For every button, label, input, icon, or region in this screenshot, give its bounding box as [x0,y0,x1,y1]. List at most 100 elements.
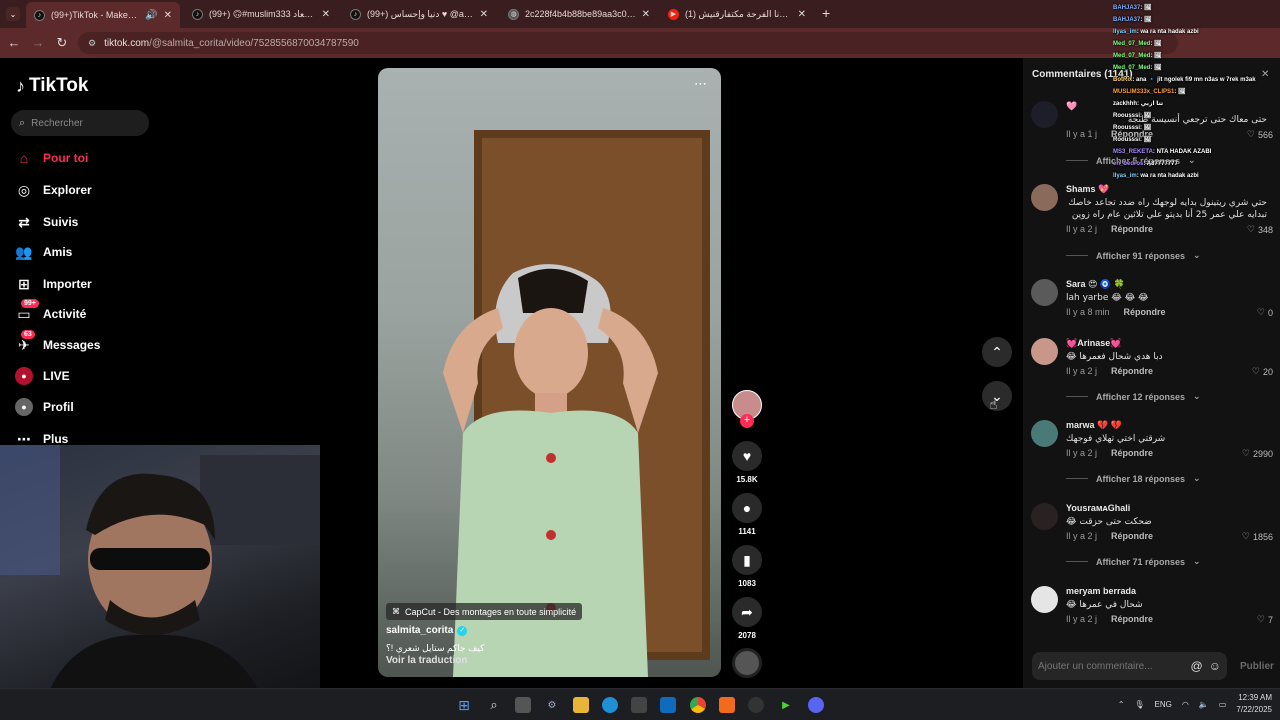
volume-icon[interactable]: 🔈 [1199,700,1209,709]
tiktok-logo[interactable]: ♪ TikTok [16,75,88,97]
battery-icon[interactable]: ▭ [1219,700,1227,709]
view-replies-button[interactable]: Afficher 71 réponses ⌄ [1066,556,1201,567]
comment-item: YousraᴍᴀGhali ضحكت حتى حزقت 😂 Il y a 2 j… [1031,503,1275,543]
chat-username: MS3_REKETA [1113,149,1153,155]
chat-username: Roousssi [1113,113,1141,119]
comment-like-button[interactable]: ♡ 348 [1247,224,1273,235]
tab-search-icon[interactable]: ⌄ [6,7,20,21]
kick-icon[interactable]: ▶ [778,697,794,713]
browser-toolbar: ← → ↻ ⚙ tiktok.com/@salmita_corita/video… [0,28,1280,58]
avatar[interactable] [1031,503,1058,530]
discord-icon[interactable] [808,697,824,713]
reply-button[interactable]: Répondre [1111,614,1153,624]
avatar[interactable] [1031,279,1058,306]
avatar[interactable] [1031,420,1058,447]
tab-close-icon[interactable]: ✕ [322,9,330,20]
avatar[interactable] [1031,586,1058,613]
tiktok-favicon-icon: ♪ [192,8,203,20]
comment-like-button[interactable]: ♡ 7 [1257,614,1273,625]
chrome-icon[interactable] [690,697,706,713]
microphone-icon[interactable]: 🎙 [1134,700,1144,709]
address-bar[interactable]: ⚙ tiktok.com/@salmita_corita/video/75285… [78,32,1178,54]
sidebar-item-pour-toi[interactable]: ⌂ Pour toi [15,147,89,169]
search-input[interactable]: ⌕ Rechercher [11,110,149,136]
comment-like-button[interactable]: ♡ 20 [1252,366,1273,377]
sidebar-item-explorer[interactable]: ◎ Explorer [15,179,92,201]
reply-button[interactable]: Répondre [1124,307,1166,317]
save-button[interactable]: ▮ 1083 [731,545,763,588]
tab-hash[interactable]: ◍ 2c228f4b4b88be89aa3c026208 ✕ [500,3,658,25]
windows-start-icon[interactable]: ⊞ [456,697,472,713]
reply-button[interactable]: Répondre [1111,366,1153,376]
music-disc-button[interactable] [731,648,763,678]
edge-icon[interactable] [602,697,618,713]
comment-input-box[interactable]: @ ☺ [1032,652,1227,680]
tab-tiktok-main[interactable]: ♪ (99+)TikTok - Make Your Day 🔊 ✕ [26,2,180,28]
sidebar-item-live[interactable]: ● LIVE [15,365,70,387]
tab-muslim333[interactable]: ♪ (99+) 🙃#muslim333 العاد | TikTok ✕ [184,3,338,25]
reload-icon[interactable]: ↻ [54,35,70,51]
avatar[interactable] [1031,338,1058,365]
file-explorer-icon[interactable] [573,697,589,713]
activity-icon: ▭ 99+ [15,299,39,323]
comment-input[interactable] [1038,660,1191,672]
share-icon: ➦ [732,597,762,627]
wifi-icon[interactable]: ◠ [1182,700,1189,709]
sidebar-item-suivis[interactable]: ⇄ Suivis [15,211,78,233]
mention-icon[interactable]: @ [1191,659,1203,673]
speaker-icon[interactable]: 🔊 [145,10,157,21]
forward-icon[interactable]: → [30,35,46,50]
tab-close-icon[interactable]: ✕ [642,9,650,20]
sidebar-item-activite[interactable]: ▭ 99+ Activité [15,299,86,325]
view-replies-button[interactable]: Afficher 12 réponses ⌄ [1066,391,1201,402]
video-author[interactable]: salmita_corita ✓ [386,625,468,636]
chevron-up-icon[interactable]: ⌃ [1118,700,1125,709]
reply-button[interactable]: Répondre [1111,531,1153,541]
messages-icon: ✈ 63 [15,330,35,354]
task-view-icon[interactable] [515,697,531,713]
like-button[interactable]: ♥ 15.8K [731,441,763,484]
app-icon[interactable] [719,697,735,713]
video-more-icon[interactable]: ⋯ [694,76,708,92]
avatar[interactable] [1031,101,1058,128]
stream-chat-overlay: BAHJA37: 🖼 BAHJA37: 🖼 Ilyas_im: wa ra nta … [1113,2,1280,190]
tab-close-icon[interactable]: ✕ [164,10,172,21]
tab-aihssas[interactable]: ♪ (99+) دنيا وإحساس ♥ @aihssas ✕ [342,3,496,25]
settings-gear-icon[interactable]: ⚙ [544,697,560,713]
publish-button[interactable]: Publier [1240,661,1274,672]
comment-button[interactable]: ● 1141 [731,493,763,536]
sidebar-item-amis[interactable]: 👥 Amis [15,241,72,263]
comment-like-button[interactable]: ♡ 0 [1257,307,1273,318]
view-replies-button[interactable]: Afficher 91 réponses ⌄ [1066,250,1201,261]
clock[interactable]: 12:39 AM 7/22/2025 [1236,692,1272,716]
video-player[interactable]: ⋯ ⌘ CapCut - Des montages en toute simpl… [378,68,721,677]
view-replies-button[interactable]: Afficher 18 réponses ⌄ [1066,473,1201,484]
reply-button[interactable]: Répondre [1111,224,1153,234]
site-info-icon[interactable]: ⚙ [88,38,96,49]
follow-plus-icon[interactable]: + [740,414,754,428]
language-indicator[interactable]: ENG [1155,700,1172,709]
comment-like-button[interactable]: ♡ 1856 [1242,531,1273,542]
previous-video-button[interactable]: ⌃ [982,337,1012,367]
see-translation-link[interactable]: Voir la traduction [386,655,468,666]
comment-like-button[interactable]: ♡ 2990 [1242,448,1273,459]
new-tab-button[interactable]: + [822,5,830,21]
obs-icon[interactable] [748,697,764,713]
sidebar-item-importer[interactable]: ⊞ Importer [15,273,92,295]
author-avatar-button[interactable]: + [731,390,763,428]
emoji-icon[interactable]: ☺ [1209,659,1221,673]
reply-button[interactable]: Répondre [1111,448,1153,458]
share-button[interactable]: ➦ 2078 [731,597,763,640]
store-icon[interactable] [631,697,647,713]
avatar[interactable] [1031,184,1058,211]
sidebar-item-messages[interactable]: ✈ 63 Messages [15,330,100,356]
tab-close-icon[interactable]: ✕ [798,9,806,20]
search-icon[interactable]: ⌕ [486,697,502,713]
outlook-icon[interactable] [660,697,676,713]
capcut-tag[interactable]: ⌘ CapCut - Des montages en toute simplic… [386,603,583,620]
tab-close-icon[interactable]: ✕ [480,9,488,20]
back-icon[interactable]: ← [6,35,22,50]
chat-message: zackhhh: تتا ازبي [1113,98,1280,110]
sidebar-item-profil[interactable]: ● Profil [15,396,74,418]
tab-youtube[interactable]: ▶ (1) جا آدم ونا الفرحة مكتفارقنيش ✕ [660,3,814,25]
